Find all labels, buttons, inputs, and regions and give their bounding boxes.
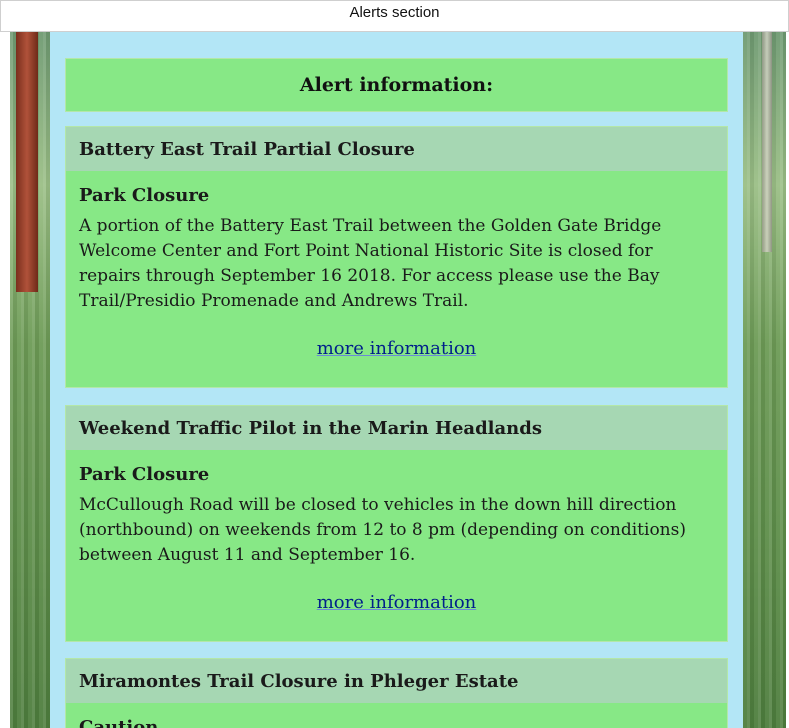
window-title-bar: Alerts section	[0, 0, 789, 32]
alert-type: Park Closure	[79, 464, 210, 485]
alert-type: Park Closure	[79, 185, 210, 206]
alert-card: Battery East Trail Partial Closure Park …	[65, 126, 728, 388]
birch-trunk-decoration	[762, 32, 772, 252]
alert-description: A portion of the Battery East Trail betw…	[79, 216, 662, 311]
tree-trunk-decoration	[16, 32, 38, 292]
alert-title: Weekend Traffic Pilot in the Marin Headl…	[66, 406, 727, 450]
alerts-panel: Alert information: Battery East Trail Pa…	[50, 32, 743, 728]
more-information-link[interactable]: more information	[66, 338, 727, 359]
alert-info-title: Alert information:	[299, 74, 494, 96]
alert-title: Miramontes Trail Closure in Phleger Esta…	[66, 659, 727, 703]
alert-title: Battery East Trail Partial Closure	[66, 127, 727, 171]
window-title: Alerts section	[349, 4, 440, 21]
alert-description: McCullough Road will be closed to vehicl…	[79, 495, 686, 565]
page-viewport: Alert information: Battery East Trail Pa…	[10, 32, 786, 728]
more-information-link[interactable]: more information	[66, 592, 727, 613]
alert-card: Weekend Traffic Pilot in the Marin Headl…	[65, 405, 728, 642]
alert-type: Caution	[79, 717, 159, 728]
alert-card: Miramontes Trail Closure in Phleger Esta…	[65, 658, 728, 728]
alert-info-header: Alert information:	[65, 58, 728, 112]
